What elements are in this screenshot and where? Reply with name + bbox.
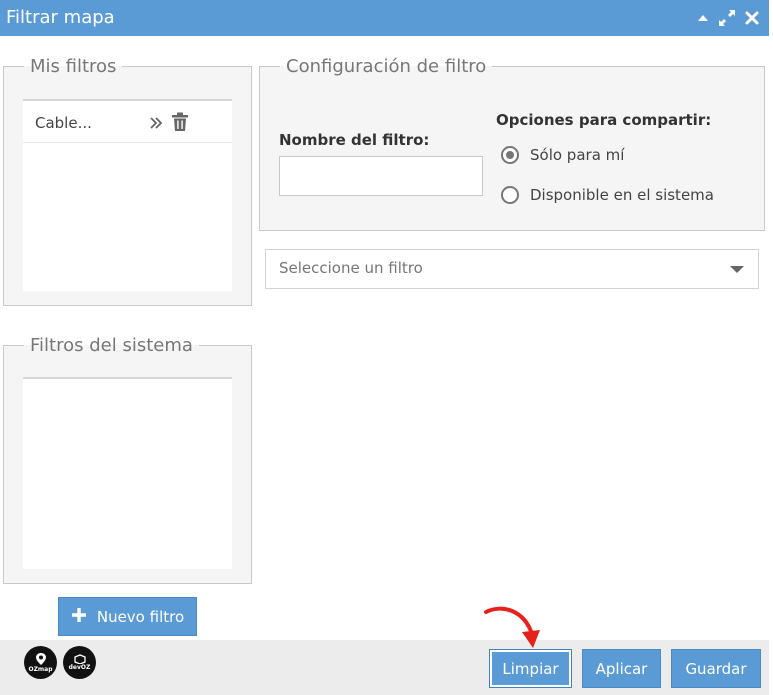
double-chevron-right-icon[interactable] (149, 115, 163, 134)
ozmap-logo: OZmap (24, 646, 57, 679)
filter-select-placeholder: Seleccione un filtro (279, 259, 423, 277)
devoz-logo-text: devOZ (68, 664, 91, 671)
configuracion-legend: Configuración de filtro (286, 56, 487, 77)
limpiar-button[interactable]: Limpiar (489, 649, 572, 688)
list-item[interactable]: Cable... (23, 101, 232, 143)
filtros-sistema-legend: Filtros del sistema (30, 335, 193, 356)
close-icon[interactable] (745, 11, 759, 25)
ozmap-logo-text: OZmap (28, 666, 53, 673)
nuevo-filtro-button[interactable]: Nuevo filtro (58, 597, 197, 636)
caret-down-icon (730, 266, 744, 273)
aplicar-label: Aplicar (595, 659, 648, 678)
plus-icon (71, 607, 87, 627)
radio-selected-icon[interactable] (501, 146, 519, 164)
window-titlebar: Filtrar mapa (0, 0, 769, 36)
window-title: Filtrar mapa (6, 7, 115, 28)
radio-solo-para-mi[interactable]: Sólo para mí (501, 146, 624, 164)
filtros-sistema-list (23, 377, 232, 569)
nombre-filtro-label: Nombre del filtro: (279, 131, 430, 149)
nombre-filtro-input[interactable] (279, 156, 483, 196)
aplicar-button[interactable]: Aplicar (582, 649, 661, 688)
limpiar-label: Limpiar (502, 659, 559, 678)
radio-disponible-sistema[interactable]: Disponible en el sistema (501, 186, 714, 204)
trash-icon[interactable] (171, 112, 189, 136)
radio-unselected-icon[interactable] (501, 186, 519, 204)
footer-bar: OZmap devOZ Limpiar Aplicar Guardar (0, 640, 769, 695)
guardar-button[interactable]: Guardar (671, 649, 761, 688)
radio-disponible-label: Disponible en el sistema (530, 186, 714, 204)
window-controls (697, 9, 759, 27)
nuevo-filtro-label: Nuevo filtro (96, 607, 185, 626)
opciones-compartir-label: Opciones para compartir: (496, 111, 712, 129)
map-pin-icon (35, 653, 46, 665)
mis-filtros-legend: Mis filtros (30, 56, 117, 77)
devoz-logo: devOZ (63, 646, 96, 679)
guardar-label: Guardar (685, 659, 747, 678)
filter-select[interactable]: Seleccione un filtro (265, 249, 759, 289)
expand-icon[interactable] (718, 9, 736, 27)
mis-filtros-list: Cable... (23, 99, 232, 291)
radio-solo-label: Sólo para mí (530, 146, 625, 164)
filter-name: Cable... (35, 114, 92, 132)
annotation-arrow-icon (484, 606, 540, 648)
box-icon (73, 654, 86, 664)
collapse-icon[interactable] (697, 13, 709, 23)
